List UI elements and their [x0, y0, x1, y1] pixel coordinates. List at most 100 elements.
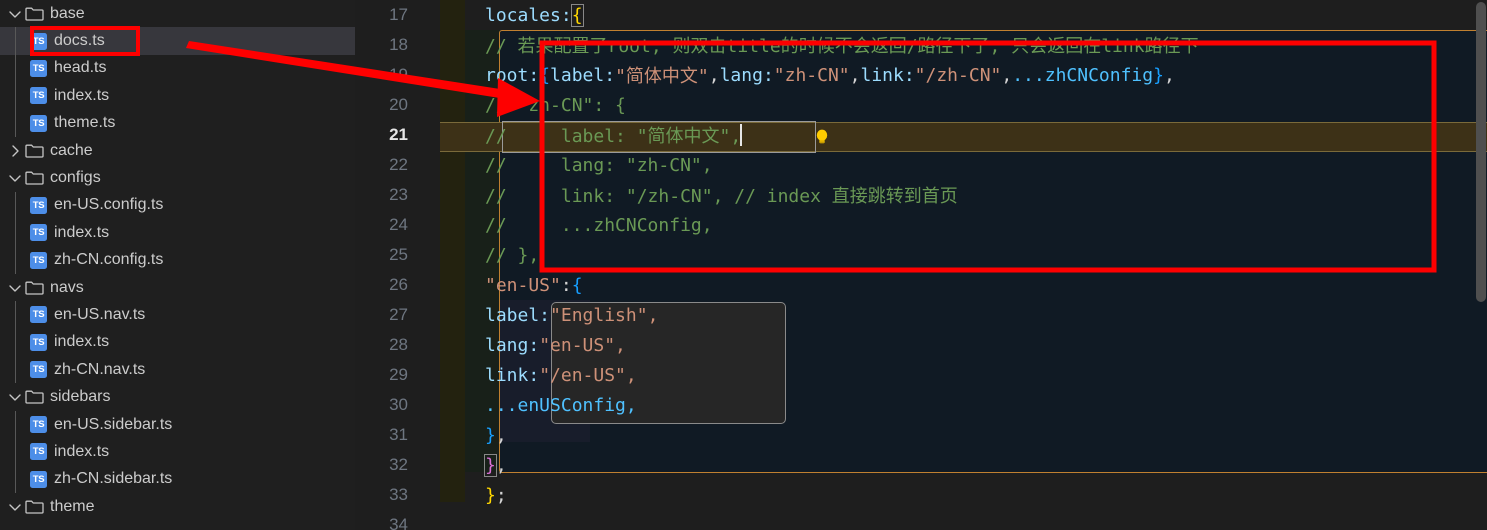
tree-file-zh-CN-sidebar-ts[interactable]: TS zh-CN.sidebar.ts — [0, 465, 355, 494]
tree-folder-configs[interactable]: configs — [0, 164, 355, 191]
code-line-31[interactable]: 31 }, — [355, 420, 1487, 450]
tree-file-index-ts[interactable]: TS index.ts — [0, 219, 355, 247]
chevron-down-icon[interactable] — [6, 279, 24, 297]
file-explorer-sidebar[interactable]: base TS docs.ts TS head.ts TS index.ts TS theme.… — [0, 0, 355, 530]
code-line-33[interactable]: 33}; — [355, 480, 1487, 510]
code-line-content[interactable]: }, — [485, 420, 1487, 450]
code-line-22[interactable]: 22 // lang: "zh-CN", — [355, 150, 1487, 180]
code-line-18[interactable]: 18 // 若果配置了root, 则双击title的时候不会返回/路径下了, 只… — [355, 30, 1487, 60]
code-token: label: — [550, 64, 616, 86]
code-line-30[interactable]: 30 ...enUSConfig, — [355, 390, 1487, 420]
editor-vertical-scrollbar[interactable] — [1473, 0, 1487, 530]
code-line-content[interactable]: root: { label: "简体中文", lang: "zh-CN", li… — [485, 60, 1487, 90]
code-line-content[interactable]: // label: "简体中文", — [485, 120, 1487, 150]
typescript-file-icon: TS — [30, 333, 47, 351]
code-line-content[interactable]: locales: { — [485, 0, 1487, 30]
code-token: , — [708, 64, 720, 86]
code-token: lang: — [719, 64, 774, 86]
code-token: : — [560, 274, 572, 296]
tree-indent-guide — [15, 465, 16, 494]
tree-item-label: index.ts — [54, 333, 110, 351]
code-line-32[interactable]: 32}, — [355, 450, 1487, 480]
code-token: "简体中文" — [615, 66, 709, 87]
code-line-21[interactable]: 21 // label: "简体中文", — [355, 120, 1487, 150]
tree-item-label: navs — [50, 278, 84, 296]
tree-file-docs-ts[interactable]: TS docs.ts — [0, 27, 355, 55]
code-token: // link: "/zh-CN", // index 直接跳转到首页 — [485, 186, 958, 207]
editor-gutter — [430, 480, 485, 510]
code-line-20[interactable]: 20 // "zh-CN": { — [355, 90, 1487, 120]
chevron-down-icon[interactable] — [6, 498, 24, 516]
code-line-25[interactable]: 25 // }, — [355, 240, 1487, 270]
line-number: 34 — [389, 515, 408, 530]
tree-file-theme-ts[interactable]: TS theme.ts — [0, 109, 355, 137]
chevron-down-icon[interactable] — [6, 388, 24, 406]
tree-folder-base[interactable]: base — [0, 0, 355, 27]
code-line-28[interactable]: 28 lang: "en-US", — [355, 330, 1487, 360]
scrollbar-thumb[interactable] — [1476, 2, 1486, 302]
tree-folder-theme[interactable]: theme — [0, 493, 355, 520]
tree-folder-sidebars[interactable]: sidebars — [0, 383, 355, 410]
code-line-content[interactable]: // "zh-CN": { — [485, 90, 1487, 120]
chevron-down-icon[interactable] — [6, 169, 24, 187]
tree-file-head-ts[interactable]: TS head.ts — [0, 54, 355, 83]
code-line-26[interactable]: 26 "en-US": { — [355, 270, 1487, 300]
editor-gutter — [430, 240, 485, 270]
vscode-window: base TS docs.ts TS head.ts TS index.ts TS theme.… — [0, 0, 1487, 530]
code-line-content[interactable]: }, — [484, 450, 1487, 480]
tree-file-en-US-sidebar-ts[interactable]: TS en-US.sidebar.ts — [0, 410, 355, 439]
code-line-content[interactable]: // ...zhCNConfig, — [485, 210, 1487, 240]
code-line-content[interactable]: label: "English", — [485, 300, 1487, 330]
code-line-content[interactable] — [485, 510, 1487, 530]
code-token: ; — [495, 484, 507, 506]
tree-file-zh-CN-config-ts[interactable]: TS zh-CN.config.ts — [0, 246, 355, 274]
tree-folder-cache[interactable]: cache — [0, 137, 355, 164]
tree-file-en-US-config-ts[interactable]: TS en-US.config.ts — [0, 191, 355, 220]
line-number: 20 — [389, 95, 408, 114]
editor-gutter — [430, 150, 485, 180]
code-line-content[interactable]: // link: "/zh-CN", // index 直接跳转到首页 — [485, 180, 1487, 210]
code-line-29[interactable]: 29 link: "/en-US", — [355, 360, 1487, 390]
tree-item-label: head.ts — [54, 59, 107, 77]
tree-item-label: theme.ts — [54, 114, 116, 132]
code-token: // label: "简体中文", — [485, 126, 742, 147]
line-number: 31 — [389, 425, 408, 444]
chevron-down-icon[interactable] — [6, 5, 24, 23]
typescript-file-icon: TS — [30, 32, 47, 50]
code-line-19[interactable]: 19 root: { label: "简体中文", lang: "zh-CN",… — [355, 60, 1487, 90]
line-number: 19 — [389, 65, 408, 84]
code-line-24[interactable]: 24 // ...zhCNConfig, — [355, 210, 1487, 240]
tree-file-index-ts[interactable]: TS index.ts — [0, 328, 355, 357]
code-line-content[interactable]: "en-US": { — [485, 270, 1487, 300]
code-line-27[interactable]: 27 label: "English", — [355, 300, 1487, 330]
tree-file-en-US-nav-ts[interactable]: TS en-US.nav.ts — [0, 301, 355, 329]
code-line-content[interactable]: // }, — [485, 240, 1487, 270]
code-line-34[interactable]: 34 — [355, 510, 1487, 530]
editor-gutter — [430, 210, 485, 240]
tree-folder-navs[interactable]: navs — [0, 274, 355, 301]
tree-indent-guide — [15, 27, 16, 55]
editor-gutter — [430, 30, 485, 60]
code-line-content[interactable]: // lang: "zh-CN", — [485, 150, 1487, 180]
tree-file-index-ts[interactable]: TS index.ts — [0, 438, 355, 466]
code-line-content[interactable]: ...enUSConfig, — [485, 390, 1487, 420]
tree-item-label: docs.ts — [54, 32, 105, 50]
tree-file-zh-CN-nav-ts[interactable]: TS zh-CN.nav.ts — [0, 356, 355, 384]
editor-gutter — [430, 0, 485, 30]
code-line-17[interactable]: 17 locales: { — [355, 0, 1487, 30]
code-line-content[interactable]: // 若果配置了root, 则双击title的时候不会返回/路径下了, 只会返回… — [485, 30, 1487, 60]
code-line-content[interactable]: }; — [485, 480, 1487, 510]
code-line-23[interactable]: 23 // link: "/zh-CN", // index 直接跳转到首页 — [355, 180, 1487, 210]
line-number: 23 — [389, 185, 408, 204]
editor-gutter — [430, 450, 485, 480]
code-lines-container[interactable]: 17 locales: {18 // 若果配置了root, 则双击title的时候… — [355, 0, 1487, 530]
tree-indent-guide — [15, 356, 16, 384]
editor-gutter — [430, 90, 485, 120]
code-editor[interactable]: 17 locales: {18 // 若果配置了root, 则双击title的时候… — [355, 0, 1487, 530]
tree-indent-guide — [15, 219, 16, 247]
line-number: 24 — [389, 215, 408, 234]
tree-file-index-ts[interactable]: TS index.ts — [0, 82, 355, 110]
code-line-content[interactable]: link: "/en-US", — [485, 360, 1487, 390]
chevron-right-icon[interactable] — [6, 142, 24, 160]
code-line-content[interactable]: lang: "en-US", — [485, 330, 1487, 360]
